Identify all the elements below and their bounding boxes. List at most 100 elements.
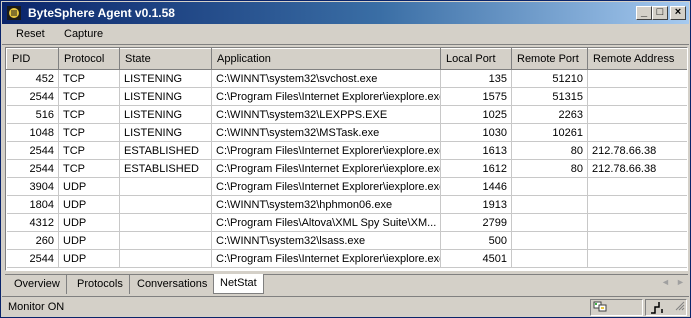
application-cell: C:\WINNT\system32\LEXPPS.EXE: [211, 105, 441, 124]
table-row[interactable]: 3904 UDP C:\Program Files\Internet Explore…: [6, 177, 687, 196]
pid-cell: 3904: [6, 177, 59, 196]
title-bar[interactable]: ByteSphere Agent v0.1.58 _ □ ×: [2, 2, 689, 24]
tab-scroll-right-icon[interactable]: ►: [676, 277, 685, 287]
column-header-local-port[interactable]: Local Port: [440, 48, 512, 70]
column-header-protocol[interactable]: Protocol: [58, 48, 120, 70]
remote-port-cell: 51210: [511, 69, 588, 88]
state-cell: [119, 231, 212, 250]
pid-cell: 1804: [6, 195, 59, 214]
state-cell: ESTABLISHED: [119, 159, 212, 178]
pid-cell: 1048: [6, 123, 59, 142]
table-row[interactable]: 260 UDP C:\WINNT\system32\lsass.exe 500: [6, 231, 687, 250]
remote-port-cell: 2263: [511, 105, 588, 124]
local-port-cell: 4501: [440, 249, 512, 268]
remote-port-cell: 51315: [511, 87, 588, 106]
table-row[interactable]: 1804 UDP C:\WINNT\system32\hphmon06.exe 191…: [6, 195, 687, 214]
menu-bar: Reset Capture: [2, 24, 689, 45]
column-header-remote-port[interactable]: Remote Port: [511, 48, 588, 70]
protocol-cell: TCP: [58, 141, 120, 160]
application-cell: C:\WINNT\system32\lsass.exe: [211, 231, 441, 250]
pid-cell: 2544: [6, 249, 59, 268]
column-header-pid[interactable]: PID: [6, 48, 59, 70]
state-cell: ESTABLISHED: [119, 141, 212, 160]
protocol-cell: TCP: [58, 87, 120, 106]
protocol-cell: UDP: [58, 231, 120, 250]
state-cell: [119, 177, 212, 196]
menu-capture[interactable]: Capture: [64, 28, 103, 40]
tab-conversations[interactable]: Conversations: [131, 275, 215, 294]
pid-cell: 452: [6, 69, 59, 88]
local-port-cell: 1612: [440, 159, 512, 178]
tab-scroll-left-icon[interactable]: ◄: [661, 277, 670, 287]
pid-cell: 2544: [6, 159, 59, 178]
tab-bar: Overview Protocols Conversations NetStat…: [5, 274, 688, 294]
local-port-cell: 1025: [440, 105, 512, 124]
protocol-cell: TCP: [58, 69, 120, 88]
network-activity-icon: [650, 301, 664, 318]
local-port-cell: 1613: [440, 141, 512, 160]
remote-address-cell: [587, 213, 687, 232]
state-cell: [119, 195, 212, 214]
table-row[interactable]: 2544 UDP C:\Program Files\Internet Explore…: [6, 249, 687, 268]
remote-port-cell: [511, 177, 588, 196]
app-icon: [6, 5, 22, 21]
application-cell: C:\Program Files\Internet Explorer\iexpl…: [211, 159, 441, 178]
column-header-remote-address[interactable]: Remote Address: [587, 48, 687, 70]
table-row[interactable]: 2544 TCP ESTABLISHED C:\Program Files\Inter…: [6, 159, 687, 178]
netstat-list[interactable]: PID Protocol State Application Local Por…: [5, 47, 688, 271]
remote-address-cell: [587, 69, 687, 88]
status-pane-monitor: [590, 299, 643, 316]
table-row[interactable]: 1048 TCP LISTENING C:\WINNT\system32\MSTask…: [6, 123, 687, 142]
menu-reset[interactable]: Reset: [16, 28, 45, 40]
local-port-cell: 1446: [440, 177, 512, 196]
application-cell: C:\Program Files\Internet Explorer\iexpl…: [211, 141, 441, 160]
application-cell: C:\Program Files\Internet Explorer\iexpl…: [211, 249, 441, 268]
pid-cell: 260: [6, 231, 59, 250]
application-cell: C:\Program Files\Internet Explorer\iexpl…: [211, 177, 441, 196]
application-cell: C:\Program Files\Internet Explorer\iexpl…: [211, 87, 441, 106]
status-text: Monitor ON: [8, 301, 65, 313]
maximize-button[interactable]: □: [652, 6, 668, 20]
pid-cell: 4312: [6, 213, 59, 232]
remote-address-cell: [587, 105, 687, 124]
state-cell: LISTENING: [119, 105, 212, 124]
tab-netstat[interactable]: NetStat: [213, 274, 264, 294]
remote-address-cell: [587, 195, 687, 214]
application-cell: C:\WINNT\system32\MSTask.exe: [211, 123, 441, 142]
netstat-table: PID Protocol State Application Local Por…: [6, 48, 687, 268]
protocol-cell: TCP: [58, 123, 120, 142]
application-cell: C:\WINNT\system32\svchost.exe: [211, 69, 441, 88]
protocol-cell: UDP: [58, 195, 120, 214]
application-cell: C:\Program Files\Altova\XML Spy Suite\XM…: [211, 213, 441, 232]
resize-grip-icon[interactable]: [675, 301, 685, 314]
protocol-cell: UDP: [58, 177, 120, 196]
remote-address-cell: [587, 177, 687, 196]
protocol-cell: UDP: [58, 213, 120, 232]
local-port-cell: 1575: [440, 87, 512, 106]
close-button[interactable]: ×: [670, 6, 686, 20]
table-row[interactable]: 4312 UDP C:\Program Files\Altova\XML Spy S…: [6, 213, 687, 232]
table-row[interactable]: 2544 TCP LISTENING C:\Program Files\Interne…: [6, 87, 687, 106]
tab-protocols[interactable]: Protocols: [71, 275, 130, 294]
remote-port-cell: [511, 231, 588, 250]
tab-overview[interactable]: Overview: [8, 275, 67, 294]
remote-address-cell: [587, 123, 687, 142]
pid-cell: 2544: [6, 141, 59, 160]
minimize-button[interactable]: _: [636, 6, 652, 20]
local-port-cell: 500: [440, 231, 512, 250]
table-row[interactable]: 452 TCP LISTENING C:\WINNT\system32\svchost…: [6, 69, 687, 88]
local-port-cell: 135: [440, 69, 512, 88]
monitor-icon: [593, 301, 607, 317]
pid-cell: 516: [6, 105, 59, 124]
state-cell: LISTENING: [119, 69, 212, 88]
column-header-state[interactable]: State: [119, 48, 212, 70]
table-row[interactable]: 2544 TCP ESTABLISHED C:\Program Files\Inter…: [6, 141, 687, 160]
protocol-cell: TCP: [58, 105, 120, 124]
table-row[interactable]: 516 TCP LISTENING C:\WINNT\system32\LEXPPS.…: [6, 105, 687, 124]
state-cell: [119, 249, 212, 268]
protocol-cell: UDP: [58, 249, 120, 268]
state-cell: LISTENING: [119, 87, 212, 106]
window-title: ByteSphere Agent v0.1.58: [28, 6, 175, 20]
remote-port-cell: 10261: [511, 123, 588, 142]
column-header-application[interactable]: Application: [211, 48, 441, 70]
